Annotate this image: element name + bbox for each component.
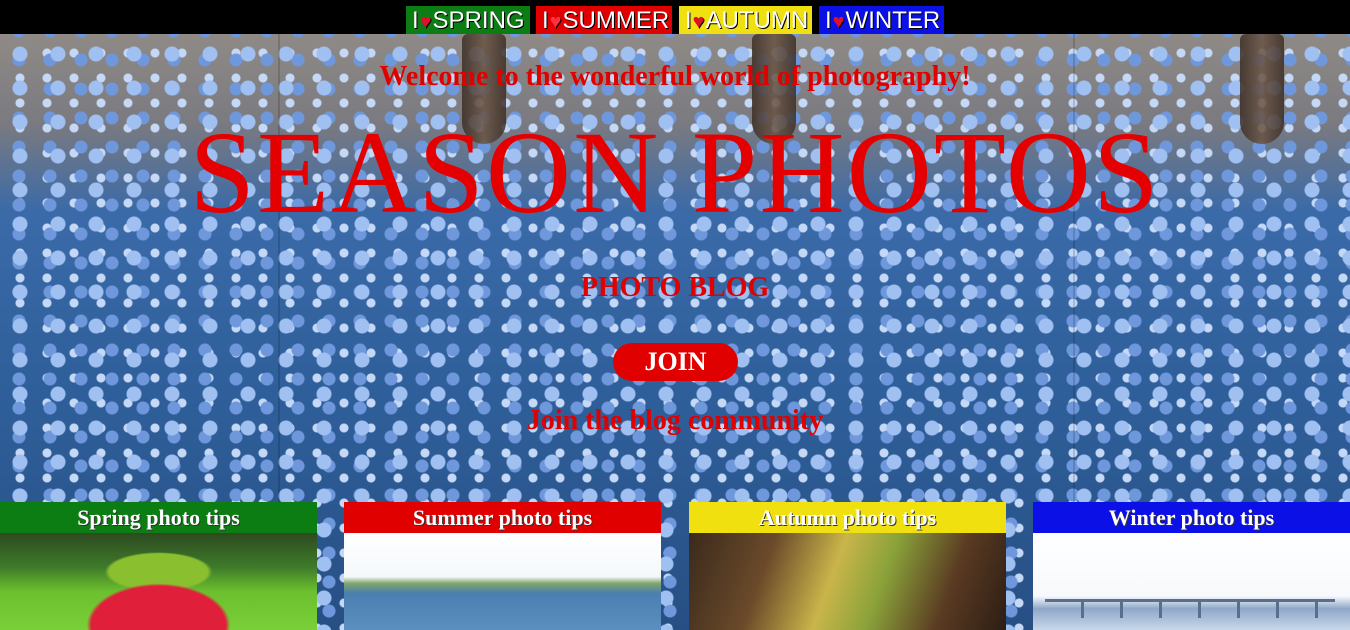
season-nav-bar: I♥SPRING I♥SUMMER I♥AUTUMN I♥WINTER: [0, 0, 1350, 36]
join-button[interactable]: JOIN: [613, 343, 738, 381]
spring-garden-photo[interactable]: [0, 533, 317, 630]
site-title: SEASON PHOTOS: [189, 107, 1161, 238]
tab-label: WINTER: [845, 7, 941, 34]
nav-tab-winter[interactable]: I♥WINTER: [819, 6, 944, 36]
summer-lake-photo[interactable]: [344, 533, 661, 630]
winter-tips-card[interactable]: Winter photo tips: [1033, 502, 1350, 630]
bridge-shape: [1045, 599, 1335, 618]
tab-label: SPRING: [432, 7, 525, 34]
winter-bridge-photo[interactable]: [1033, 533, 1350, 630]
nav-tab-summer[interactable]: I♥SUMMER: [536, 6, 672, 36]
nav-tab-spring[interactable]: I♥SPRING: [406, 6, 530, 36]
tab-label: AUTUMN: [705, 7, 809, 34]
site-subtitle: PHOTO BLOG: [580, 272, 770, 303]
nav-tab-autumn[interactable]: I♥AUTUMN: [679, 6, 812, 36]
tab-prefix: I: [825, 7, 832, 34]
heart-icon: ♥: [419, 11, 432, 33]
tab-prefix: I: [542, 7, 549, 34]
join-community-link[interactable]: Join the blog community: [0, 405, 1350, 437]
heart-icon: ♥: [832, 11, 845, 33]
autumn-tips-card[interactable]: Autumn photo tips: [689, 502, 1006, 630]
tip-card-title[interactable]: Autumn photo tips: [689, 502, 1006, 533]
heart-icon: ♥: [549, 11, 562, 33]
tab-label: SUMMER: [562, 7, 670, 34]
tab-prefix: I: [685, 7, 692, 34]
tip-card-title[interactable]: Summer photo tips: [344, 502, 661, 533]
tip-card-title[interactable]: Winter photo tips: [1033, 502, 1350, 533]
welcome-heading: Welcome to the wonderful world of photog…: [379, 61, 971, 92]
summer-tips-card[interactable]: Summer photo tips: [344, 502, 661, 630]
spring-tips-card[interactable]: Spring photo tips: [0, 502, 317, 630]
autumn-valley-photo[interactable]: [689, 533, 1006, 630]
tip-card-title[interactable]: Spring photo tips: [0, 502, 317, 533]
tab-prefix: I: [412, 7, 419, 34]
heart-icon: ♥: [692, 11, 705, 33]
